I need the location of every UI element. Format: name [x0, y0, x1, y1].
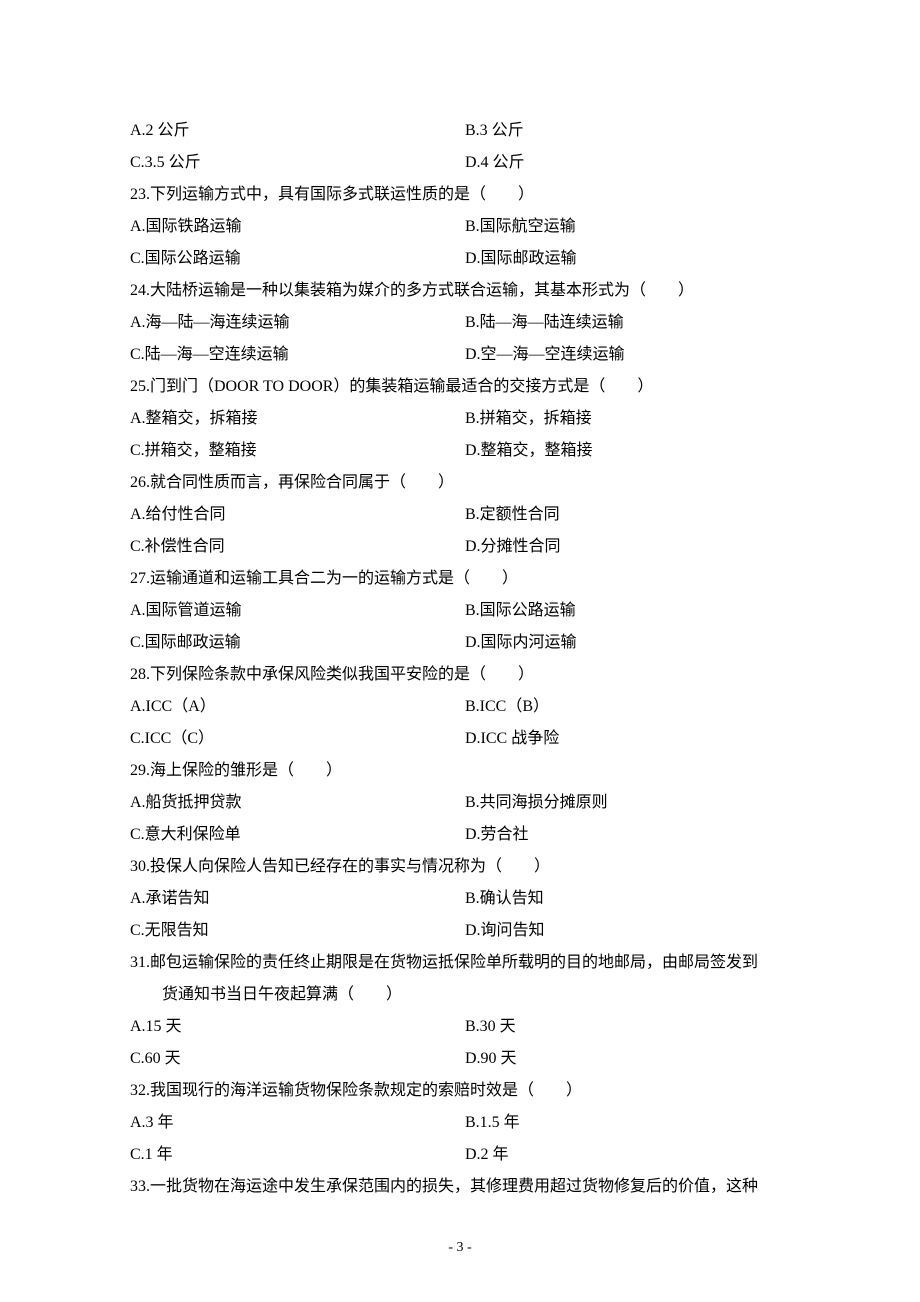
- question-31-line2: 货通知书当日午夜起算满（ ）: [130, 979, 800, 1011]
- option-b: B.ICC（B）: [465, 691, 800, 723]
- option-c: C.补偿性合同: [130, 531, 465, 563]
- option-d: D.询问告知: [465, 915, 800, 947]
- option-d: D.国际邮政运输: [465, 243, 800, 275]
- option-d: D.国际内河运输: [465, 627, 800, 659]
- option-row: A.国际铁路运输 B.国际航空运输: [130, 211, 800, 243]
- option-b: B.定额性合同: [465, 499, 800, 531]
- option-c: C.陆—海—空连续运输: [130, 339, 465, 371]
- question-26: 26.就合同性质而言，再保险合同属于（ ）: [130, 467, 800, 499]
- option-b: B.共同海损分摊原则: [465, 787, 800, 819]
- option-row: A.2 公斤 B.3 公斤: [130, 115, 800, 147]
- option-a: A.国际管道运输: [130, 595, 465, 627]
- option-a: A.2 公斤: [130, 115, 465, 147]
- option-c: C.ICC（C）: [130, 723, 465, 755]
- option-b: B.确认告知: [465, 883, 800, 915]
- option-row: A.船货抵押贷款 B.共同海损分摊原则: [130, 787, 800, 819]
- option-d: D.整箱交，整箱接: [465, 435, 800, 467]
- option-row: C.3.5 公斤 D.4 公斤: [130, 147, 800, 179]
- option-b: B.拼箱交，拆箱接: [465, 403, 800, 435]
- option-a: A.国际铁路运输: [130, 211, 465, 243]
- option-b: B.1.5 年: [465, 1107, 800, 1139]
- option-b: B.陆—海—陆连续运输: [465, 307, 800, 339]
- option-a: A.整箱交，拆箱接: [130, 403, 465, 435]
- option-b: B.30 天: [465, 1011, 800, 1043]
- question-27: 27.运输通道和运输工具合二为一的运输方式是（ ）: [130, 563, 800, 595]
- option-row: C.ICC（C） D.ICC 战争险: [130, 723, 800, 755]
- document-page: A.2 公斤 B.3 公斤 C.3.5 公斤 D.4 公斤 23.下列运输方式中…: [0, 0, 920, 1302]
- option-c: C.国际邮政运输: [130, 627, 465, 659]
- option-d: D.90 天: [465, 1043, 800, 1075]
- question-29: 29.海上保险的雏形是（ ）: [130, 755, 800, 787]
- option-a: A.15 天: [130, 1011, 465, 1043]
- option-row: C.无限告知 D.询问告知: [130, 915, 800, 947]
- option-row: A.国际管道运输 B.国际公路运输: [130, 595, 800, 627]
- option-d: D.2 年: [465, 1139, 800, 1171]
- option-b: B.国际航空运输: [465, 211, 800, 243]
- option-c: C.意大利保险单: [130, 819, 465, 851]
- question-25: 25.门到门（DOOR TO DOOR）的集装箱运输最适合的交接方式是（ ）: [130, 371, 800, 403]
- option-d: D.劳合社: [465, 819, 800, 851]
- option-row: C.1 年 D.2 年: [130, 1139, 800, 1171]
- option-c: C.国际公路运输: [130, 243, 465, 275]
- option-b: B.国际公路运输: [465, 595, 800, 627]
- option-d: D.ICC 战争险: [465, 723, 800, 755]
- question-28: 28.下列保险条款中承保风险类似我国平安险的是（ ）: [130, 659, 800, 691]
- option-row: A.海—陆—海连续运输 B.陆—海—陆连续运输: [130, 307, 800, 339]
- option-d: D.4 公斤: [465, 147, 800, 179]
- option-row: C.陆—海—空连续运输 D.空—海—空连续运输: [130, 339, 800, 371]
- option-row: A.整箱交，拆箱接 B.拼箱交，拆箱接: [130, 403, 800, 435]
- option-row: A.15 天 B.30 天: [130, 1011, 800, 1043]
- option-row: C.60 天 D.90 天: [130, 1043, 800, 1075]
- question-23: 23.下列运输方式中，具有国际多式联运性质的是（ ）: [130, 179, 800, 211]
- option-a: A.海—陆—海连续运输: [130, 307, 465, 339]
- question-31-line1: 31.邮包运输保险的责任终止期限是在货物运抵保险单所载明的目的地邮局，由邮局签发…: [130, 947, 800, 979]
- question-30: 30.投保人向保险人告知已经存在的事实与情况称为（ ）: [130, 851, 800, 883]
- option-c: C.无限告知: [130, 915, 465, 947]
- option-a: A.船货抵押贷款: [130, 787, 465, 819]
- option-row: C.国际公路运输 D.国际邮政运输: [130, 243, 800, 275]
- option-row: C.补偿性合同 D.分摊性合同: [130, 531, 800, 563]
- option-a: A.承诺告知: [130, 883, 465, 915]
- option-row: C.意大利保险单 D.劳合社: [130, 819, 800, 851]
- option-row: A.给付性合同 B.定额性合同: [130, 499, 800, 531]
- option-d: D.分摊性合同: [465, 531, 800, 563]
- option-a: A.ICC（A）: [130, 691, 465, 723]
- option-b: B.3 公斤: [465, 115, 800, 147]
- option-row: C.拼箱交，整箱接 D.整箱交，整箱接: [130, 435, 800, 467]
- option-a: A.3 年: [130, 1107, 465, 1139]
- option-d: D.空—海—空连续运输: [465, 339, 800, 371]
- option-row: A.ICC（A） B.ICC（B）: [130, 691, 800, 723]
- option-row: A.承诺告知 B.确认告知: [130, 883, 800, 915]
- option-a: A.给付性合同: [130, 499, 465, 531]
- option-c: C.1 年: [130, 1139, 465, 1171]
- question-33: 33.一批货物在海运途中发生承保范围内的损失，其修理费用超过货物修复后的价值，这…: [130, 1171, 800, 1203]
- option-c: C.3.5 公斤: [130, 147, 465, 179]
- question-32: 32.我国现行的海洋运输货物保险条款规定的索赔时效是（ ）: [130, 1075, 800, 1107]
- page-number: - 3 -: [0, 1234, 920, 1262]
- option-row: A.3 年 B.1.5 年: [130, 1107, 800, 1139]
- question-24: 24.大陆桥运输是一种以集装箱为媒介的多方式联合运输，其基本形式为（ ）: [130, 275, 800, 307]
- option-row: C.国际邮政运输 D.国际内河运输: [130, 627, 800, 659]
- option-c: C.拼箱交，整箱接: [130, 435, 465, 467]
- option-c: C.60 天: [130, 1043, 465, 1075]
